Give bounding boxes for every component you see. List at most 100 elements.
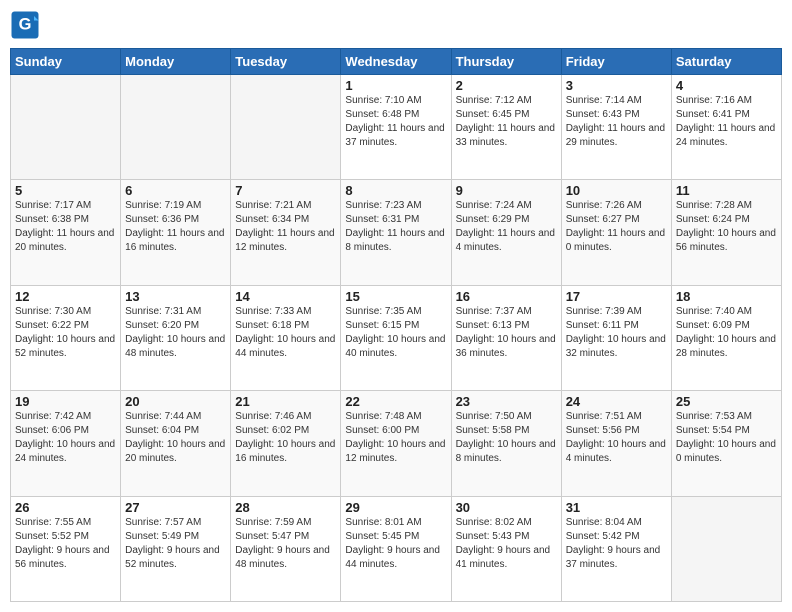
calendar-cell: 13Sunrise: 7:31 AM Sunset: 6:20 PM Dayli…	[121, 285, 231, 390]
calendar-cell: 9Sunrise: 7:24 AM Sunset: 6:29 PM Daylig…	[451, 180, 561, 285]
day-number: 8	[345, 183, 446, 198]
day-number: 24	[566, 394, 667, 409]
calendar-week-row: 5Sunrise: 7:17 AM Sunset: 6:38 PM Daylig…	[11, 180, 782, 285]
day-info: Sunrise: 7:19 AM Sunset: 6:36 PM Dayligh…	[125, 199, 226, 255]
calendar-cell: 5Sunrise: 7:17 AM Sunset: 6:38 PM Daylig…	[11, 180, 121, 285]
day-number: 19	[15, 394, 116, 409]
day-info: Sunrise: 7:44 AM Sunset: 6:04 PM Dayligh…	[125, 410, 226, 466]
calendar-cell	[671, 496, 781, 601]
day-info: Sunrise: 7:30 AM Sunset: 6:22 PM Dayligh…	[15, 305, 116, 361]
header: G	[10, 10, 782, 40]
day-info: Sunrise: 7:16 AM Sunset: 6:41 PM Dayligh…	[676, 94, 777, 150]
day-info: Sunrise: 7:53 AM Sunset: 5:54 PM Dayligh…	[676, 410, 777, 466]
day-info: Sunrise: 7:57 AM Sunset: 5:49 PM Dayligh…	[125, 516, 226, 572]
day-number: 29	[345, 500, 446, 515]
day-info: Sunrise: 7:39 AM Sunset: 6:11 PM Dayligh…	[566, 305, 667, 361]
day-number: 18	[676, 289, 777, 304]
calendar-cell: 22Sunrise: 7:48 AM Sunset: 6:00 PM Dayli…	[341, 391, 451, 496]
calendar-cell	[121, 75, 231, 180]
calendar-cell	[231, 75, 341, 180]
calendar-cell: 19Sunrise: 7:42 AM Sunset: 6:06 PM Dayli…	[11, 391, 121, 496]
day-info: Sunrise: 7:23 AM Sunset: 6:31 PM Dayligh…	[345, 199, 446, 255]
day-number: 31	[566, 500, 667, 515]
day-number: 15	[345, 289, 446, 304]
calendar-cell: 16Sunrise: 7:37 AM Sunset: 6:13 PM Dayli…	[451, 285, 561, 390]
calendar-cell: 18Sunrise: 7:40 AM Sunset: 6:09 PM Dayli…	[671, 285, 781, 390]
day-number: 26	[15, 500, 116, 515]
calendar-cell: 17Sunrise: 7:39 AM Sunset: 6:11 PM Dayli…	[561, 285, 671, 390]
day-info: Sunrise: 7:26 AM Sunset: 6:27 PM Dayligh…	[566, 199, 667, 255]
calendar-cell: 27Sunrise: 7:57 AM Sunset: 5:49 PM Dayli…	[121, 496, 231, 601]
day-info: Sunrise: 7:10 AM Sunset: 6:48 PM Dayligh…	[345, 94, 446, 150]
day-number: 2	[456, 78, 557, 93]
day-info: Sunrise: 7:24 AM Sunset: 6:29 PM Dayligh…	[456, 199, 557, 255]
logo-icon: G	[10, 10, 40, 40]
calendar-table: SundayMondayTuesdayWednesdayThursdayFrid…	[10, 48, 782, 602]
calendar-body: 1Sunrise: 7:10 AM Sunset: 6:48 PM Daylig…	[11, 75, 782, 602]
calendar-cell: 21Sunrise: 7:46 AM Sunset: 6:02 PM Dayli…	[231, 391, 341, 496]
day-number: 14	[235, 289, 336, 304]
day-number: 9	[456, 183, 557, 198]
weekday-header-cell: Tuesday	[231, 49, 341, 75]
day-info: Sunrise: 7:21 AM Sunset: 6:34 PM Dayligh…	[235, 199, 336, 255]
day-number: 23	[456, 394, 557, 409]
day-info: Sunrise: 7:17 AM Sunset: 6:38 PM Dayligh…	[15, 199, 116, 255]
day-number: 6	[125, 183, 226, 198]
calendar-week-row: 1Sunrise: 7:10 AM Sunset: 6:48 PM Daylig…	[11, 75, 782, 180]
weekday-header-row: SundayMondayTuesdayWednesdayThursdayFrid…	[11, 49, 782, 75]
day-info: Sunrise: 7:46 AM Sunset: 6:02 PM Dayligh…	[235, 410, 336, 466]
weekday-header-cell: Monday	[121, 49, 231, 75]
calendar-cell: 8Sunrise: 7:23 AM Sunset: 6:31 PM Daylig…	[341, 180, 451, 285]
weekday-header-cell: Sunday	[11, 49, 121, 75]
day-number: 5	[15, 183, 116, 198]
calendar-cell: 23Sunrise: 7:50 AM Sunset: 5:58 PM Dayli…	[451, 391, 561, 496]
day-number: 22	[345, 394, 446, 409]
day-info: Sunrise: 7:28 AM Sunset: 6:24 PM Dayligh…	[676, 199, 777, 255]
day-info: Sunrise: 7:12 AM Sunset: 6:45 PM Dayligh…	[456, 94, 557, 150]
weekday-header-cell: Wednesday	[341, 49, 451, 75]
day-number: 12	[15, 289, 116, 304]
day-info: Sunrise: 7:31 AM Sunset: 6:20 PM Dayligh…	[125, 305, 226, 361]
calendar-cell: 2Sunrise: 7:12 AM Sunset: 6:45 PM Daylig…	[451, 75, 561, 180]
day-number: 3	[566, 78, 667, 93]
calendar-cell: 25Sunrise: 7:53 AM Sunset: 5:54 PM Dayli…	[671, 391, 781, 496]
day-info: Sunrise: 8:02 AM Sunset: 5:43 PM Dayligh…	[456, 516, 557, 572]
calendar-cell: 26Sunrise: 7:55 AM Sunset: 5:52 PM Dayli…	[11, 496, 121, 601]
day-info: Sunrise: 7:42 AM Sunset: 6:06 PM Dayligh…	[15, 410, 116, 466]
day-info: Sunrise: 7:35 AM Sunset: 6:15 PM Dayligh…	[345, 305, 446, 361]
calendar-cell: 20Sunrise: 7:44 AM Sunset: 6:04 PM Dayli…	[121, 391, 231, 496]
weekday-header-cell: Friday	[561, 49, 671, 75]
calendar-cell: 24Sunrise: 7:51 AM Sunset: 5:56 PM Dayli…	[561, 391, 671, 496]
day-number: 7	[235, 183, 336, 198]
day-info: Sunrise: 7:14 AM Sunset: 6:43 PM Dayligh…	[566, 94, 667, 150]
calendar-week-row: 19Sunrise: 7:42 AM Sunset: 6:06 PM Dayli…	[11, 391, 782, 496]
logo: G	[10, 10, 44, 40]
calendar-cell: 4Sunrise: 7:16 AM Sunset: 6:41 PM Daylig…	[671, 75, 781, 180]
day-info: Sunrise: 8:01 AM Sunset: 5:45 PM Dayligh…	[345, 516, 446, 572]
page: G SundayMondayTuesdayWednesdayThursdayFr…	[0, 0, 792, 612]
calendar-cell	[11, 75, 121, 180]
day-number: 28	[235, 500, 336, 515]
day-info: Sunrise: 7:48 AM Sunset: 6:00 PM Dayligh…	[345, 410, 446, 466]
calendar-cell: 1Sunrise: 7:10 AM Sunset: 6:48 PM Daylig…	[341, 75, 451, 180]
day-info: Sunrise: 7:55 AM Sunset: 5:52 PM Dayligh…	[15, 516, 116, 572]
day-info: Sunrise: 7:59 AM Sunset: 5:47 PM Dayligh…	[235, 516, 336, 572]
day-number: 11	[676, 183, 777, 198]
day-number: 21	[235, 394, 336, 409]
calendar-cell: 28Sunrise: 7:59 AM Sunset: 5:47 PM Dayli…	[231, 496, 341, 601]
svg-text:G: G	[19, 16, 32, 34]
weekday-header-cell: Saturday	[671, 49, 781, 75]
calendar-cell: 31Sunrise: 8:04 AM Sunset: 5:42 PM Dayli…	[561, 496, 671, 601]
day-number: 16	[456, 289, 557, 304]
day-number: 30	[456, 500, 557, 515]
calendar-cell: 7Sunrise: 7:21 AM Sunset: 6:34 PM Daylig…	[231, 180, 341, 285]
day-info: Sunrise: 7:37 AM Sunset: 6:13 PM Dayligh…	[456, 305, 557, 361]
calendar-week-row: 26Sunrise: 7:55 AM Sunset: 5:52 PM Dayli…	[11, 496, 782, 601]
weekday-header-cell: Thursday	[451, 49, 561, 75]
day-info: Sunrise: 7:50 AM Sunset: 5:58 PM Dayligh…	[456, 410, 557, 466]
day-info: Sunrise: 7:51 AM Sunset: 5:56 PM Dayligh…	[566, 410, 667, 466]
calendar-cell: 14Sunrise: 7:33 AM Sunset: 6:18 PM Dayli…	[231, 285, 341, 390]
day-number: 20	[125, 394, 226, 409]
day-info: Sunrise: 7:33 AM Sunset: 6:18 PM Dayligh…	[235, 305, 336, 361]
day-number: 10	[566, 183, 667, 198]
